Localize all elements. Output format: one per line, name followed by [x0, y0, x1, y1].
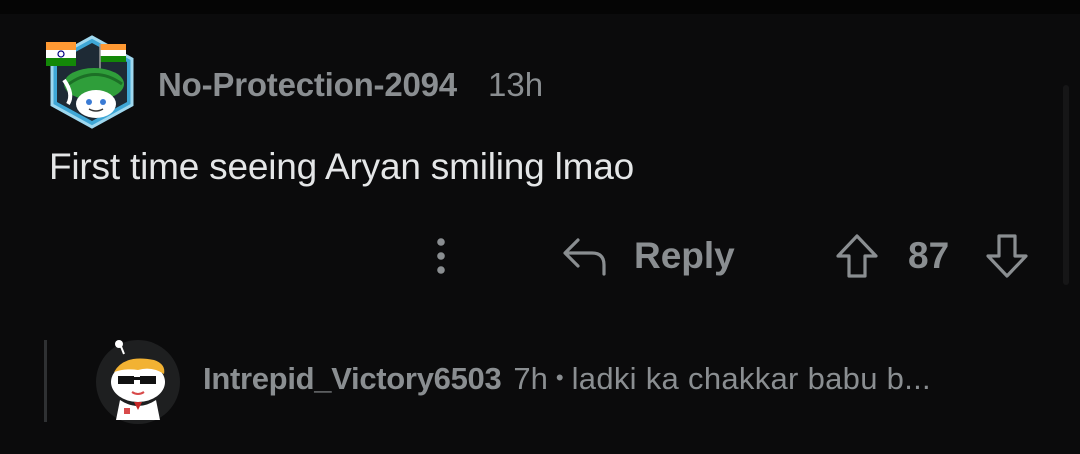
- arrow-down-icon: [986, 234, 1028, 278]
- separator-dot: •: [555, 365, 564, 390]
- vote-count: 87: [908, 235, 950, 276]
- more-vertical-icon: [437, 238, 445, 274]
- reply-arrow-icon: [563, 238, 606, 276]
- reply-label: Reply: [634, 235, 735, 276]
- reply-preview-text: ladki ka chakkar babu b...: [571, 361, 931, 396]
- user-avatar-icon: [96, 340, 180, 424]
- scrollbar[interactable]: [1063, 85, 1069, 285]
- downvote-button[interactable]: [982, 230, 1032, 282]
- comment-author[interactable]: No-Protection-2094: [158, 66, 457, 104]
- avatar[interactable]: [44, 34, 140, 130]
- comment-text: First time seeing Aryan smiling lmao: [49, 146, 634, 187]
- top-band: [0, 0, 1080, 14]
- upvote-button[interactable]: [832, 230, 882, 282]
- reply-header[interactable]: Intrepid_Victory6503 7h • ladki ka chakk…: [203, 361, 931, 397]
- more-options-button[interactable]: [424, 230, 458, 282]
- reply-avatar[interactable]: [94, 338, 182, 426]
- thread-line[interactable]: [44, 340, 47, 422]
- reply-timestamp: 7h: [513, 361, 548, 396]
- user-avatar-icon: [46, 35, 134, 129]
- reply-author[interactable]: Intrepid_Victory6503: [203, 361, 502, 397]
- arrow-up-icon: [836, 234, 878, 278]
- comment-timestamp: 13h: [488, 66, 544, 103]
- reply-button[interactable]: Reply: [560, 228, 735, 284]
